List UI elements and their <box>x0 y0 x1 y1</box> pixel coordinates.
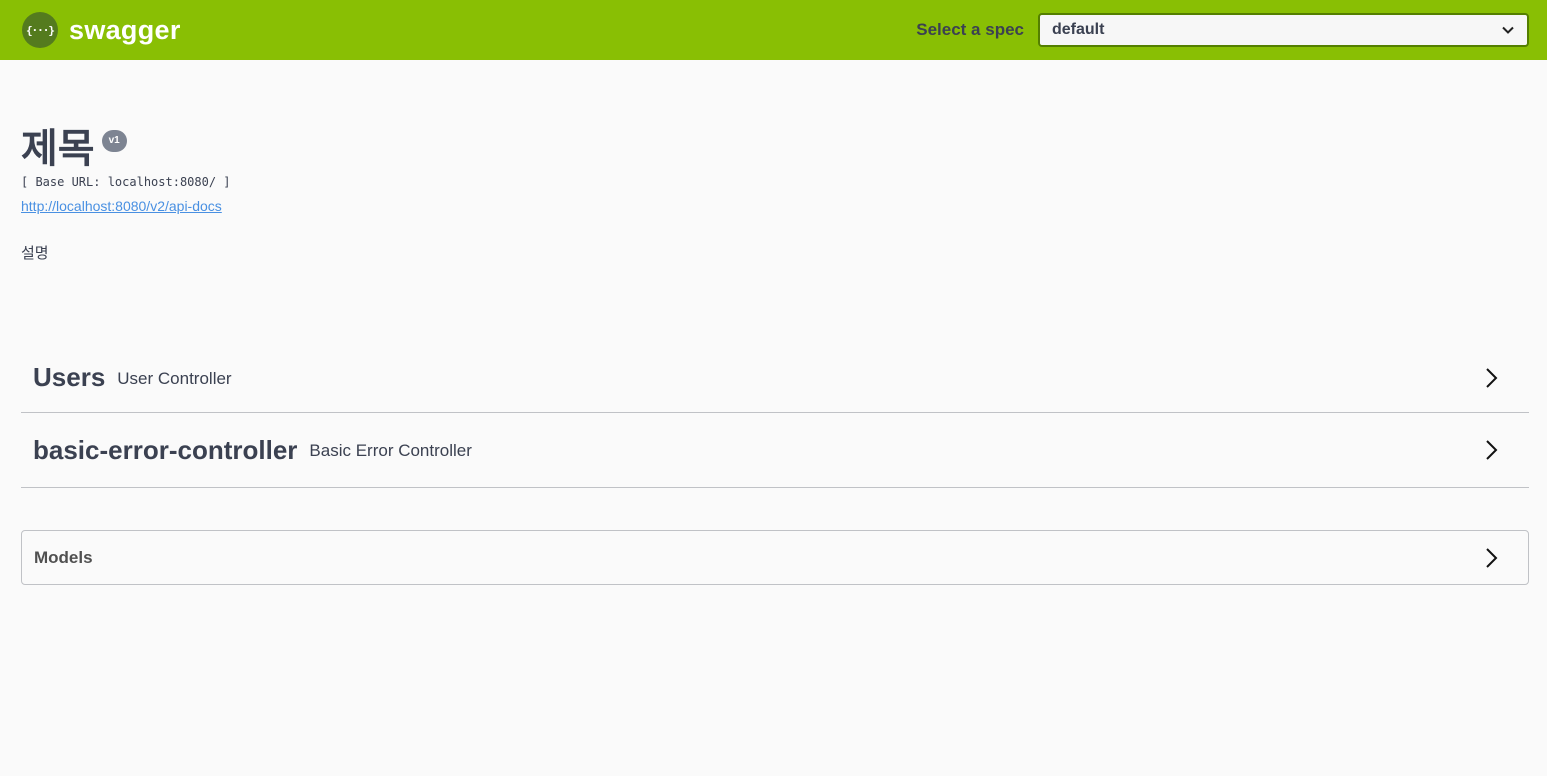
api-title: 제목 <box>21 127 95 171</box>
spec-select-label: Select a spec <box>916 20 1024 39</box>
tag-section-basic-error-controller[interactable]: basic-error-controller Basic Error Contr… <box>21 413 1529 488</box>
tag-section-users[interactable]: Users User Controller <box>21 343 1529 413</box>
swagger-logo-text: swagger <box>69 14 181 45</box>
api-docs-link[interactable]: http://localhost:8080/v2/api-docs <box>21 198 222 214</box>
spec-select[interactable]: default <box>1038 13 1529 47</box>
chevron-down-icon <box>1502 26 1514 34</box>
tag-name: Users <box>33 362 106 392</box>
version-badge: v1 <box>101 130 127 152</box>
spec-select-value: default <box>1052 21 1105 38</box>
tag-description: User Controller <box>117 368 232 388</box>
chevron-right-icon[interactable] <box>1482 546 1500 570</box>
swagger-logo-icon: {···} <box>22 12 58 48</box>
models-section[interactable]: Models <box>21 530 1529 585</box>
chevron-right-icon[interactable] <box>1482 438 1500 462</box>
tag-name: basic-error-controller <box>33 434 298 465</box>
tag-list: Users User Controller basic-error-contro… <box>21 343 1529 488</box>
models-title: Models <box>34 547 93 567</box>
chevron-right-icon[interactable] <box>1482 366 1500 390</box>
tag-description: Basic Error Controller <box>309 441 472 460</box>
topbar: {···} swagger Select a spec default <box>0 0 1547 60</box>
api-description: 설명 <box>21 245 49 262</box>
base-url: [ Base URL: localhost:8080/ ] <box>21 175 231 189</box>
api-info: 제목 v1 [ Base URL: localhost:8080/ ] http… <box>0 60 1547 263</box>
swagger-logo-glyph: {···} <box>25 23 55 37</box>
swagger-logo[interactable]: {···} swagger <box>22 12 181 48</box>
